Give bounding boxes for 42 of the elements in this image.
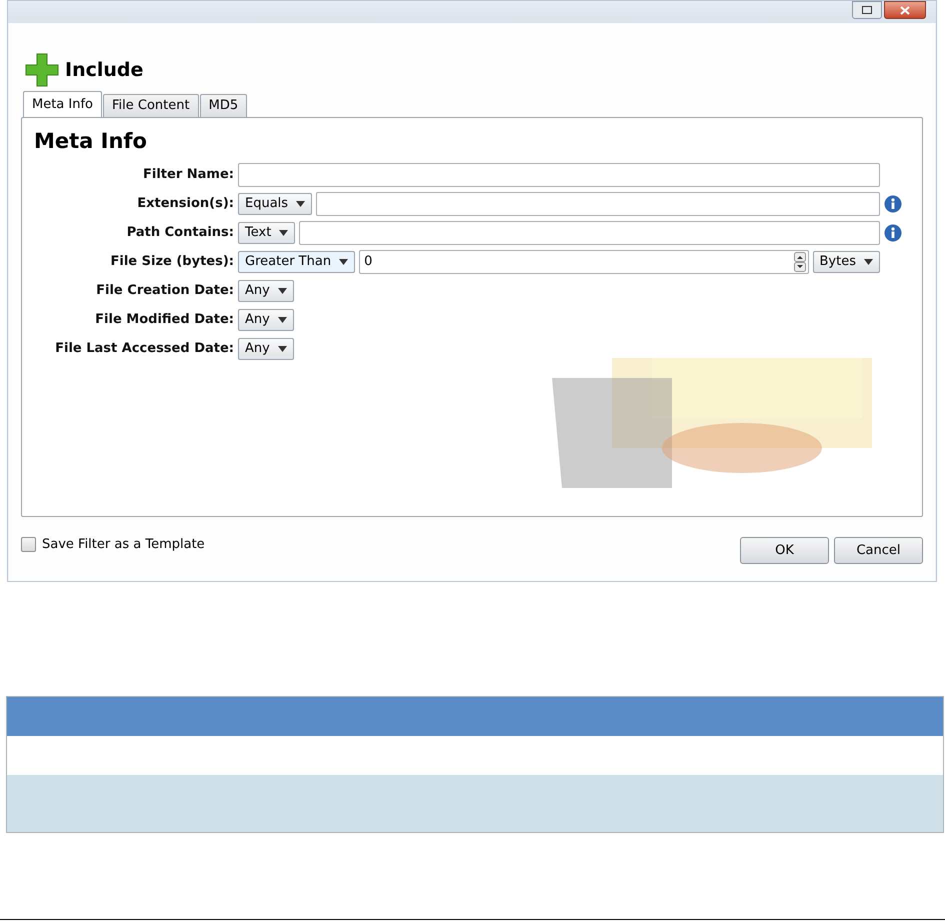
plus-icon: [25, 53, 59, 87]
dropdown-button[interactable]: Any: [238, 309, 294, 331]
text-field[interactable]: [316, 192, 880, 216]
checkbox[interactable]: [21, 537, 36, 552]
number-field[interactable]: 0: [359, 250, 809, 274]
caret-icon: [278, 346, 287, 352]
tab[interactable]: Meta Info: [23, 91, 102, 118]
caret-icon: [864, 259, 873, 265]
field-label: File Creation Date:: [95, 282, 234, 300]
dialog-button[interactable]: Cancel: [834, 537, 923, 564]
tab[interactable]: File Content: [103, 94, 199, 118]
text-field[interactable]: [299, 221, 880, 245]
dropdown-button[interactable]: Text: [238, 222, 296, 244]
text-field[interactable]: [238, 163, 880, 187]
caret-icon: [278, 317, 287, 323]
restore-icon: [862, 6, 872, 14]
dropdown-button[interactable]: Bytes: [812, 251, 880, 273]
info-icon[interactable]: [884, 195, 902, 213]
dropdown-button[interactable]: Equals: [238, 193, 312, 215]
field-label: Filter Name:: [142, 166, 234, 184]
field-label: Path Contains:: [126, 224, 234, 242]
field-label: File Size (bytes):: [110, 253, 234, 272]
close-icon: [900, 6, 910, 14]
dialog-button[interactable]: OK: [740, 537, 829, 564]
restore-button[interactable]: [852, 1, 882, 19]
caret-icon: [278, 288, 287, 294]
field-label: Extension(s):: [136, 195, 234, 214]
section-title: Meta Info: [34, 128, 148, 155]
checkbox-label: Save Filter as a Template: [42, 536, 205, 554]
info-icon[interactable]: [884, 224, 902, 242]
dropdown-button[interactable]: Greater Than: [238, 251, 356, 273]
caret-icon: [279, 230, 288, 236]
dropdown-button[interactable]: Any: [238, 280, 294, 302]
dropdown-button[interactable]: Any: [238, 338, 294, 360]
close-button[interactable]: [884, 1, 926, 19]
caret-icon: [339, 259, 348, 265]
caret-icon: [296, 201, 306, 207]
field-label: File Last Accessed Date:: [54, 340, 234, 358]
spinner-icon[interactable]: [794, 252, 806, 272]
tab[interactable]: MD5: [200, 94, 248, 118]
dialog-heading: Include: [65, 58, 144, 83]
field-label: File Modified Date:: [94, 311, 234, 330]
